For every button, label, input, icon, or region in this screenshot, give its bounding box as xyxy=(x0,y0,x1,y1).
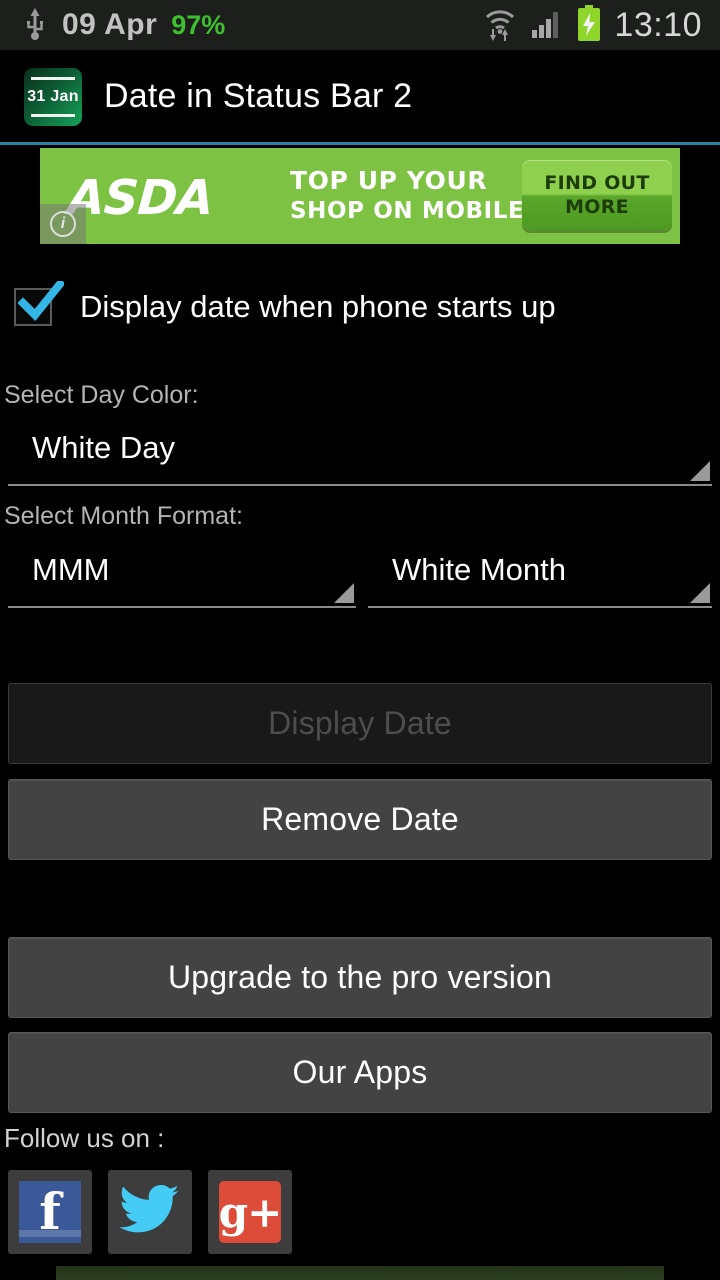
follow-us-label: Follow us on : xyxy=(4,1123,165,1153)
page-title: Date in Status Bar 2 xyxy=(104,77,413,115)
startup-checkbox-row[interactable]: Display date when phone starts up xyxy=(14,281,556,326)
chevron-down-icon xyxy=(690,583,710,603)
ad-cta-line1: FIND OUT xyxy=(544,172,650,194)
wifi-icon xyxy=(482,5,518,46)
calendar-app-icon: 31 Jan xyxy=(24,67,82,126)
ad-info-badge[interactable]: i xyxy=(40,204,86,244)
app-icon-top-rule xyxy=(31,76,75,80)
chevron-down-icon xyxy=(334,583,354,603)
status-bar-date: 09 Apr xyxy=(62,8,158,41)
startup-checkbox[interactable] xyxy=(14,281,64,326)
ad-cta-line2: MORE xyxy=(565,196,629,218)
checkmark-icon xyxy=(18,281,64,321)
ad-copy: TOP UP YOUR SHOP ON MOBILE xyxy=(290,166,524,226)
app-screen: 09 Apr 97% 13:10 31 Jan Date in Status B… xyxy=(0,0,720,1280)
bottom-banner-strip xyxy=(56,1266,664,1280)
day-color-spinner[interactable]: White Day xyxy=(8,424,712,486)
usb-icon xyxy=(22,6,48,45)
status-bar-clock: 13:10 xyxy=(614,5,702,44)
twitter-button[interactable] xyxy=(108,1170,192,1254)
status-bar-right: 13:10 xyxy=(482,4,720,46)
battery-charging-icon xyxy=(576,4,602,46)
facebook-icon: f xyxy=(19,1181,81,1243)
month-format-spinner[interactable]: MMM xyxy=(8,546,356,608)
startup-checkbox-label: Display date when phone starts up xyxy=(80,289,556,324)
status-bar-left: 09 Apr 97% xyxy=(0,6,482,45)
google-plus-button[interactable]: g+ xyxy=(208,1170,292,1254)
upgrade-pro-button[interactable]: Upgrade to the pro version xyxy=(8,937,712,1018)
google-plus-glyph: g+ xyxy=(218,1187,283,1237)
social-links-row: f g+ xyxy=(8,1170,292,1254)
app-icon-label: 31 Jan xyxy=(27,87,79,105)
ad-banner[interactable]: ASDA TOP UP YOUR SHOP ON MOBILE FIND OUT… xyxy=(40,148,680,244)
month-color-selected-value: White Month xyxy=(392,552,567,587)
display-date-button[interactable]: Display Date xyxy=(8,683,712,764)
twitter-icon xyxy=(119,1183,181,1242)
remove-date-button[interactable]: Remove Date xyxy=(8,779,712,860)
app-title-bar: 31 Jan Date in Status Bar 2 xyxy=(0,50,720,143)
facebook-icon-base xyxy=(19,1230,81,1237)
day-color-label: Select Day Color: xyxy=(4,381,199,409)
month-format-selected-value: MMM xyxy=(32,552,110,587)
google-plus-icon: g+ xyxy=(218,1181,283,1243)
month-color-spinner[interactable]: White Month xyxy=(368,546,712,608)
title-divider xyxy=(0,142,720,145)
facebook-button[interactable]: f xyxy=(8,1170,92,1254)
day-color-selected-value: White Day xyxy=(32,430,175,465)
status-bar: 09 Apr 97% 13:10 xyxy=(0,0,720,50)
ad-copy-line1: TOP UP YOUR xyxy=(290,166,488,195)
chevron-down-icon xyxy=(690,461,710,481)
our-apps-button[interactable]: Our Apps xyxy=(8,1032,712,1113)
ad-cta-button[interactable]: FIND OUT MORE xyxy=(522,160,672,230)
ad-copy-line2: SHOP ON MOBILE xyxy=(290,198,525,224)
app-icon-bottom-rule xyxy=(31,113,75,117)
ad-brand-logo: ASDA xyxy=(66,170,215,226)
cellular-signal-icon xyxy=(530,6,564,45)
month-format-label: Select Month Format: xyxy=(4,502,243,530)
info-icon: i xyxy=(50,211,76,237)
status-bar-battery-percent: 97% xyxy=(171,9,226,40)
